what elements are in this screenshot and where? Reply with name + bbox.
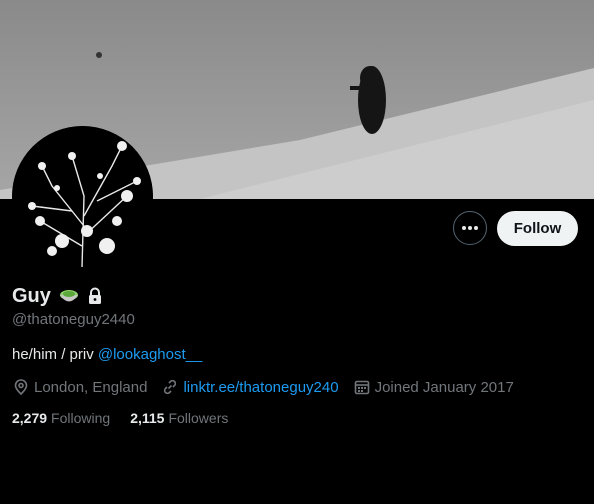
location-item: London, England (12, 378, 147, 396)
more-options-button[interactable] (453, 211, 487, 245)
profile-handle: @thatoneguy2440 (12, 311, 135, 328)
location-pin-icon (14, 379, 28, 396)
follow-button[interactable]: Follow (497, 211, 578, 246)
website-link[interactable]: linktr.ee/thatoneguy240 (183, 379, 338, 396)
profile-bio: he/him / priv @lookaghost__ (12, 346, 202, 363)
bio-text: he/him / priv (12, 346, 98, 363)
lock-icon (88, 287, 101, 304)
link-icon (164, 379, 177, 395)
follow-stats: 2,279 Following 2,115 Followers (12, 410, 248, 426)
location-text: London, England (34, 378, 148, 396)
following-link[interactable]: 2,279 Following (12, 410, 110, 426)
joined-text: Joined January 2017 (374, 378, 514, 396)
calendar-icon (354, 380, 369, 395)
followers-count: 2,115 (130, 410, 165, 426)
following-label: Following (51, 410, 111, 426)
display-name: Guy (12, 284, 51, 307)
profile-name-row: Guy (12, 284, 103, 308)
profile-meta: London, England linktr.ee/thatoneguy240 … (12, 378, 528, 396)
following-count: 2,279 (12, 410, 48, 426)
avatar[interactable] (12, 126, 153, 267)
avatar-image (12, 126, 153, 267)
more-icon (462, 226, 478, 230)
followers-label: Followers (168, 410, 229, 426)
website-item: linktr.ee/thatoneguy240 (161, 378, 339, 396)
green-bowl-emoji (59, 290, 78, 302)
joined-item: Joined January 2017 (353, 378, 514, 396)
followers-link[interactable]: 2,115 Followers (130, 410, 228, 426)
bio-mention-link[interactable]: @lookaghost__ (98, 346, 202, 363)
